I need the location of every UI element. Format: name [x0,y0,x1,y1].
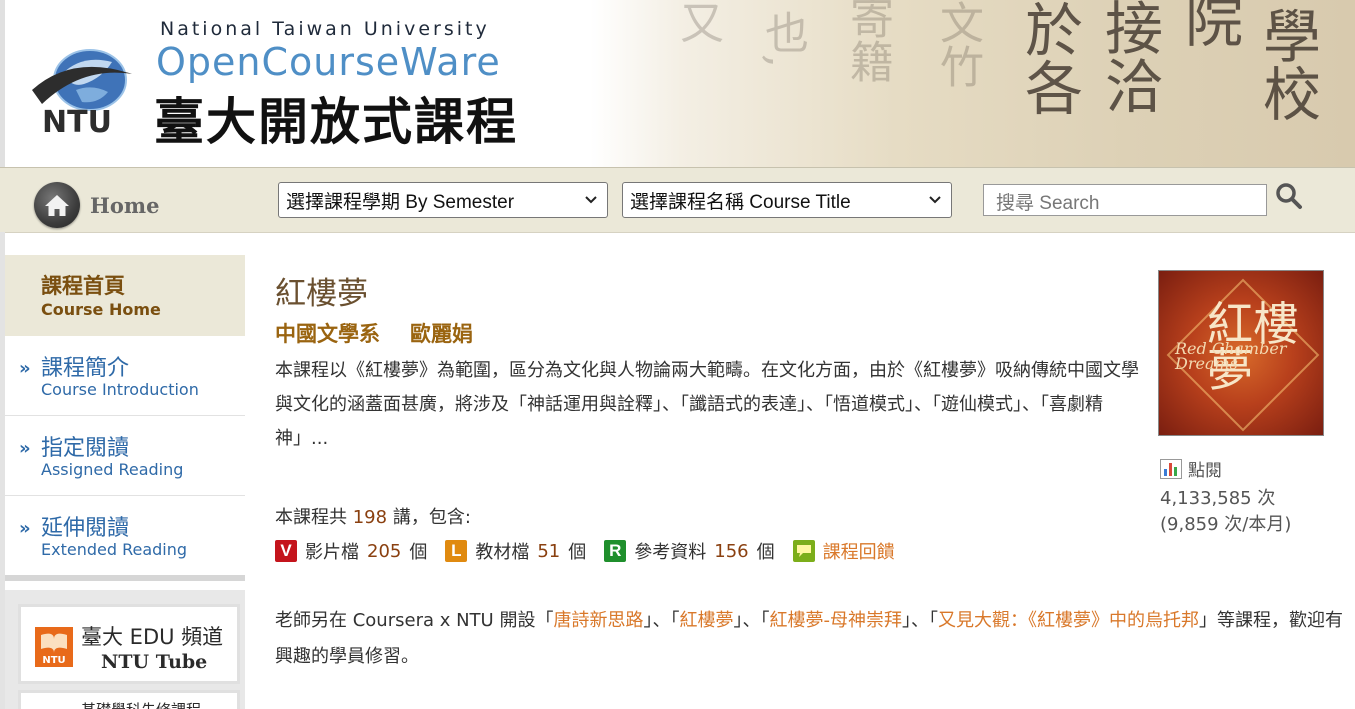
sidebar-item-sublabel: Course Introduction [41,380,199,399]
course-feedback[interactable]: 課程回饋 [792,538,895,564]
lecture-count-line: 本課程共 198 講，包含: [275,503,471,529]
callig-char: 文竹 [932,0,983,88]
double-chevron-right-icon: » [19,358,31,379]
course-select-value: 選擇課程名稱 Course Title [630,191,851,213]
sidebar-item-sublabel: Assigned Reading [41,460,184,479]
header-calligraphy-art: 學校 院 接洽 於各 文竹 寄籍 也, 又 [590,0,1355,167]
callig-char: 學校 [1253,6,1321,122]
ntu-book-logo-icon: NTU [35,627,73,667]
course-cover-image: 紅樓夢 Red Chamber Dreams [1158,270,1324,436]
course-description: 本課程以《紅樓夢》為範圍，區分為文化與人物論兩大範疇。在文化方面，由於《紅樓夢》… [275,360,1139,449]
course-feedback-link[interactable]: 課程回饋 [823,538,895,564]
sidebar-item-sublabel: Course Home [41,300,161,319]
coursera-sep: 」、「 [901,610,938,631]
course-department-teacher: 中國文學系 歐麗娟 [275,318,503,348]
views-total: 4,133,585 次 [1160,488,1276,509]
home-button[interactable]: Home [34,182,159,228]
sidebar-item-label: 課程簡介 [41,356,130,381]
coursera-link-utopia[interactable]: 又見大觀：《紅樓夢》中的烏托邦 [938,610,1199,631]
semester-select[interactable]: 選擇課程學期 By Semester [278,182,608,218]
material-count: 156 [714,540,749,562]
chevron-down-icon [585,196,597,204]
callig-char: 也, [757,10,808,68]
banner2-text: 基礎學科先修課程 [81,699,201,709]
callig-char: 於各 [1015,0,1083,116]
speech-bubble-icon [792,540,815,562]
logo-text: NTU [42,105,112,136]
material-label: 教材檔 [475,542,530,563]
ntu-globe-logo[interactable]: NTU [32,44,136,136]
material-count: 205 [367,540,402,562]
coursera-prefix: 老師另在 Coursera x NTU 開設「 [275,610,554,631]
sidebar-item-label: 延伸閱讀 [41,516,130,541]
course-title-select[interactable]: 選擇課程名稱 Course Title [622,182,952,218]
material-unit: 個 [409,542,428,563]
coursera-sep: 」、「 [643,610,680,631]
semester-select-value: 選擇課程學期 By Semester [286,191,515,213]
search-input[interactable]: 搜尋 Search [983,184,1267,216]
sidebar-item-sublabel: Extended Reading [41,540,188,559]
material-label: 影片檔 [305,542,359,563]
material-unit: 個 [568,542,587,563]
views-monthly: (9,859 次/本月) [1160,514,1292,535]
video-files[interactable]: V 影片檔 205 個 [275,538,427,564]
cover-title-en: Red Chamber Dreams [1175,339,1287,373]
sidebar-item-course-introduction[interactable]: » 課程簡介 Course Introduction [5,336,245,416]
brand-name-zh[interactable]: 臺大開放式課程 [154,82,518,154]
lecture-badge-icon: L [445,540,468,562]
callig-char: 又 [672,0,723,44]
coursera-link-mother-goddess[interactable]: 紅樓夢-母神崇拜 [769,610,902,631]
header-left-edge [0,0,5,167]
materials-list: V 影片檔 205 個 L 教材檔 51 個 R 參考資料 156 個 課程回饋 [275,538,913,564]
sidebar-divider [5,575,245,581]
sidebar-item-course-home[interactable]: 課程首頁 Course Home [5,255,245,336]
search-icon[interactable] [1274,181,1304,211]
org-name-en: National Taiwan University [160,18,490,40]
coursera-sep: 」、「 [733,610,770,631]
lecture-suffix: 講，包含: [392,507,471,528]
home-icon [34,182,80,228]
double-chevron-right-icon: » [19,518,31,539]
edu-banner-subtitle: NTU Tube [101,651,208,673]
course-department: 中國文學系 [275,322,380,346]
home-label: Home [90,192,160,218]
views-label: 點閱 [1160,456,1222,481]
brand-name-en[interactable]: OpenCourseWare [156,40,501,84]
callig-char: 院 [1175,0,1243,48]
lecture-prefix: 本課程共 [275,507,347,528]
material-label: 參考資料 [634,542,707,563]
course-title: 紅樓夢 [275,276,368,312]
reference-files[interactable]: R 參考資料 156 個 [604,538,775,564]
site-header: 學校 院 接洽 於各 文竹 寄籍 也, 又 NTU National Taiwa… [0,0,1355,167]
course-teacher: 歐麗娟 [410,322,473,346]
coursera-note: 老師另在 Coursera x NTU 開設「唐詩新思路」、「紅樓夢」、「紅樓夢… [275,603,1347,675]
reference-badge-icon: R [604,540,627,562]
foundation-courses-banner[interactable]: 基礎學科先修課程 [18,690,240,709]
lecture-files[interactable]: L 教材檔 51 個 [445,538,586,564]
sidebar-item-label: 課程首頁 [41,274,125,298]
coursera-link-red-chamber[interactable]: 紅樓夢 [679,610,733,631]
edu-banner-title: 臺大 EDU 頻道 [81,625,224,649]
views-label-text: 點閱 [1188,461,1222,481]
lecture-count: 198 [352,507,388,528]
video-badge-icon: V [275,540,297,562]
sidebar-item-label: 指定閱讀 [41,436,130,461]
ntu-edu-channel-banner[interactable]: NTU 臺大 EDU 頻道 NTU Tube [18,604,240,684]
material-unit: 個 [756,542,775,563]
callig-char: 寄籍 [842,0,893,83]
chevron-down-icon [929,196,941,204]
callig-char: 接洽 [1095,0,1163,114]
material-count: 51 [537,540,561,562]
edu-logo-text: NTU [42,655,65,666]
sidebar-item-assigned-reading[interactable]: » 指定閱讀 Assigned Reading [5,416,245,496]
sidebar-item-extended-reading[interactable]: » 延伸閱讀 Extended Reading [5,496,245,575]
bar-chart-icon [1160,458,1182,479]
coursera-link-tang-poetry[interactable]: 唐詩新思路 [553,610,643,631]
double-chevron-right-icon: » [19,438,31,459]
